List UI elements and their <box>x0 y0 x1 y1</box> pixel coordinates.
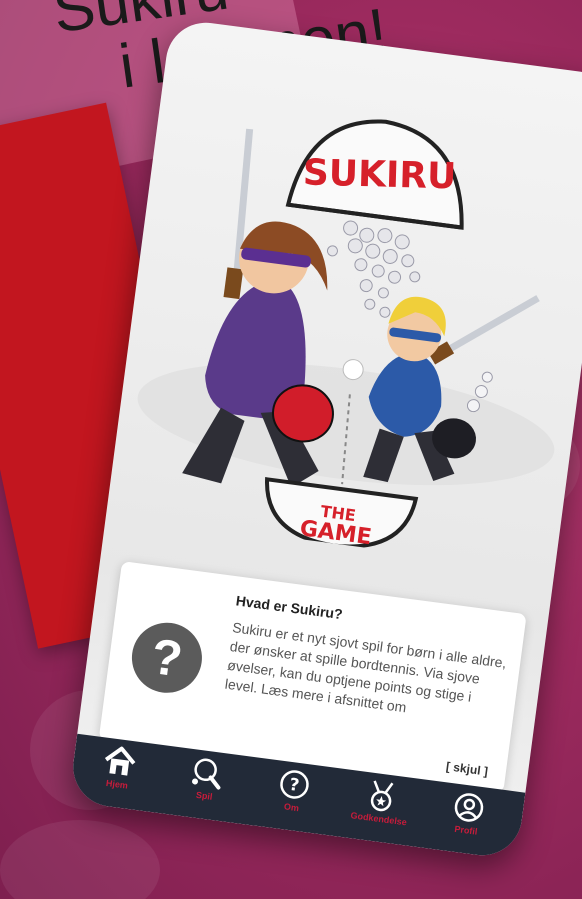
tab-approval[interactable]: Godkendelse <box>338 775 423 829</box>
info-card-title: Hvad er Sukiru? <box>234 592 344 623</box>
svg-text:?: ? <box>288 775 300 796</box>
tab-profile[interactable]: Profil <box>426 786 511 840</box>
sukiru-logo-text: SUKIRU <box>302 152 456 197</box>
promo-stage: Sukiru i lommen! SUKIRU <box>0 0 582 899</box>
question-circle-icon: ? <box>127 618 207 698</box>
bokeh-light <box>0 820 160 899</box>
tab-play[interactable]: Spil <box>164 752 249 806</box>
info-card-body: Sukiru er et nyt sjovt spil for børn i a… <box>224 619 508 716</box>
home-icon <box>104 746 136 776</box>
hide-toggle-link[interactable]: [ skjul ] <box>445 759 488 778</box>
tab-home[interactable]: Hjem <box>77 740 162 794</box>
user-icon <box>454 793 484 822</box>
tab-about[interactable]: ? Om <box>251 763 336 817</box>
medal-icon <box>370 780 394 812</box>
question-icon: ? <box>280 770 309 799</box>
ping-pong-icon <box>192 758 221 790</box>
sukiru-hero-illustration: SUKIRU THE GAME <box>137 119 555 550</box>
